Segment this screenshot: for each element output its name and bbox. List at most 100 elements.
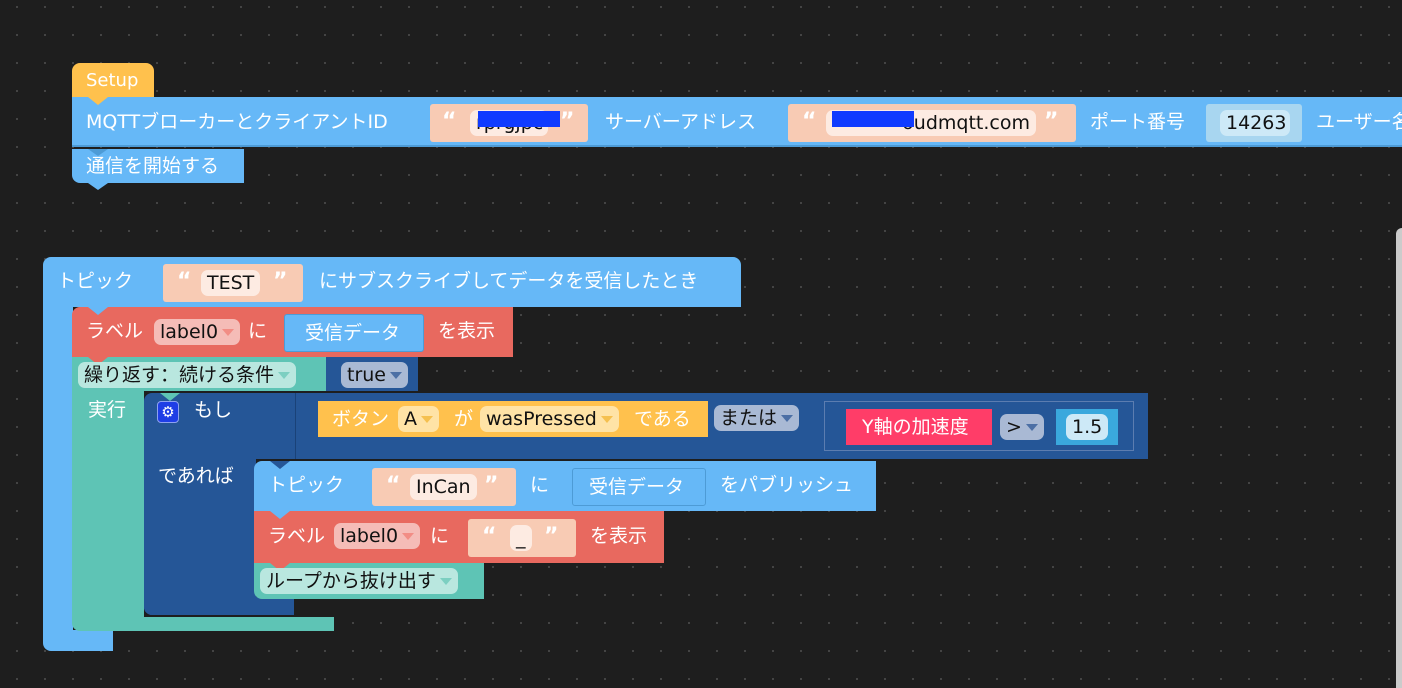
logic-operator-dropdown[interactable]: または — [714, 405, 800, 431]
if-label: もし — [194, 399, 233, 421]
mqtt-client-id-label: MQTTブローカーとクライアントID — [86, 111, 388, 133]
label-suffix: を表示 — [438, 320, 496, 342]
if-condition-divider — [295, 393, 296, 459]
button-name-value: A — [404, 408, 417, 430]
redaction-box — [478, 111, 560, 127]
block-notch — [88, 97, 108, 105]
open-quote-icon: “ — [802, 109, 817, 134]
port-label: ポート番号 — [1090, 111, 1186, 133]
chevron-down-icon — [421, 416, 433, 423]
chevron-down-icon — [278, 372, 291, 379]
publish-topic-label: トピック — [268, 474, 345, 496]
block-bottom-notch — [88, 183, 108, 190]
y-acceleration-label: Y軸の加速度 — [862, 416, 969, 438]
subscribe-topic-input[interactable]: TEST — [201, 270, 261, 296]
port-number-block[interactable]: 14263 — [1206, 104, 1302, 142]
threshold-number-block[interactable]: 1.5 — [1056, 409, 1118, 445]
close-quote-icon: ” — [1044, 109, 1059, 134]
chevron-down-icon — [222, 329, 235, 336]
label-prefix: ラベル — [86, 320, 144, 342]
subscribe-event-bottom-arm — [43, 630, 113, 651]
threshold-input[interactable]: 1.5 — [1066, 414, 1109, 440]
button-pressed-block[interactable]: ボタン A が wasPressed である — [318, 401, 708, 437]
repeat-while-left-arm — [72, 389, 144, 621]
label-text-input[interactable]: _ — [510, 525, 532, 551]
topic-label: トピック — [57, 270, 134, 292]
label-dropdown-value: label0 — [340, 525, 399, 547]
break-loop-block[interactable]: ループから抜け出す — [254, 563, 484, 599]
button-state-value: wasPressed — [486, 408, 597, 430]
redaction-box — [832, 111, 914, 127]
chevron-down-icon — [402, 533, 415, 540]
start-communication-block[interactable]: 通信を開始する — [72, 149, 244, 190]
repeat-mode-value: 繰り返す：続ける条件 — [84, 364, 275, 386]
if-bottom-arm — [144, 597, 294, 615]
chevron-down-icon — [781, 415, 794, 422]
publish-received-data-block[interactable]: 受信データ — [572, 468, 706, 506]
repeat-while-bottom-arm — [72, 617, 334, 631]
publish-topic-input[interactable]: InCan — [410, 474, 477, 500]
show-label-block[interactable]: ラベル label0 に 受信データ を表示 — [72, 307, 513, 357]
setup-hat-block[interactable]: Setup — [72, 63, 154, 99]
label-dropdown[interactable]: label0 — [334, 523, 421, 549]
label-dropdown-value: label0 — [160, 321, 219, 343]
chevron-down-icon — [439, 578, 452, 585]
button-state-dropdown[interactable]: wasPressed — [480, 406, 619, 432]
publish-block[interactable]: トピック “ InCan ” に 受信データ をパブリッシュ — [254, 461, 876, 511]
block-notch — [270, 461, 290, 469]
compare-operator-value: > — [1006, 416, 1022, 438]
open-quote-icon: “ — [442, 109, 457, 134]
block-notch — [88, 307, 108, 315]
subscribe-event-left-arm — [43, 305, 73, 633]
button-prefix: ボタン — [332, 408, 390, 430]
chevron-down-icon — [390, 372, 402, 379]
received-data-label: 受信データ — [305, 322, 401, 344]
server-address-text: oudmqtt.com — [902, 112, 1030, 134]
close-quote-icon: ” — [544, 524, 559, 549]
vertical-scrollbar[interactable] — [1396, 228, 1402, 688]
loop-condition-dropdown[interactable]: true — [341, 362, 408, 388]
close-quote-icon: ” — [560, 109, 575, 134]
server-address-field[interactable]: “ oudmqtt.com ” — [788, 104, 1076, 142]
break-loop-value: ループから抜け出す — [266, 570, 436, 592]
compare-operator-dropdown[interactable]: > — [1000, 414, 1044, 440]
y-acceleration-block[interactable]: Y軸の加速度 — [846, 409, 992, 445]
gear-icon[interactable]: ⚙ — [157, 401, 179, 423]
then-label: であれば — [158, 465, 234, 487]
label-mid: に — [430, 525, 450, 547]
logic-operator-value: または — [720, 407, 778, 429]
label-dropdown[interactable]: label0 — [154, 319, 241, 345]
start-communication-label: 通信を開始する — [86, 155, 220, 177]
publish-mid-label: に — [530, 474, 550, 496]
chevron-down-icon — [1025, 424, 1038, 431]
mqtt-broker-block[interactable]: MQTTブローカーとクライアントID “ rprgjpc ” サーバーアドレス … — [72, 97, 1402, 147]
button-name-dropdown[interactable]: A — [398, 406, 439, 432]
close-quote-icon: ” — [484, 473, 499, 498]
show-label-block-2[interactable]: ラベル label0 に “ _ ” を表示 — [254, 511, 664, 563]
client-id-field[interactable]: “ rprgjpc ” — [430, 104, 588, 142]
publish-received-data-label: 受信データ — [589, 476, 685, 498]
block-notch — [270, 511, 290, 519]
repeat-mode-dropdown[interactable]: 繰り返す：続ける条件 — [78, 362, 297, 388]
received-data-block[interactable]: 受信データ — [284, 314, 424, 352]
port-number-input[interactable]: 14263 — [1220, 110, 1290, 136]
publish-suffix-label: をパブリッシュ — [720, 474, 854, 496]
block-notch — [160, 393, 180, 401]
server-address-label: サーバーアドレス — [605, 111, 757, 133]
username-label: ユーザー名 — [1316, 111, 1402, 133]
chevron-down-icon — [600, 416, 613, 423]
publish-topic-field[interactable]: “ InCan ” — [372, 468, 516, 506]
subscribe-event-block[interactable]: トピック “ TEST ” にサブスクライブしてデータを受信したとき — [43, 257, 741, 307]
break-loop-dropdown[interactable]: ループから抜け出す — [260, 568, 458, 594]
label-suffix: を表示 — [590, 525, 648, 547]
label-text-field[interactable]: “ _ ” — [468, 519, 576, 557]
label-mid: に — [248, 320, 268, 342]
do-label: 実行 — [88, 399, 127, 421]
subscribe-topic-field[interactable]: “ TEST ” — [163, 264, 303, 302]
subscribe-suffix-label: にサブスクライブしてデータを受信したとき — [319, 270, 699, 292]
setup-hat-label: Setup — [86, 70, 139, 91]
loop-condition-value: true — [347, 364, 386, 386]
close-quote-icon: ” — [273, 269, 288, 294]
button-suffix: である — [634, 408, 691, 430]
open-quote-icon: “ — [386, 473, 401, 498]
